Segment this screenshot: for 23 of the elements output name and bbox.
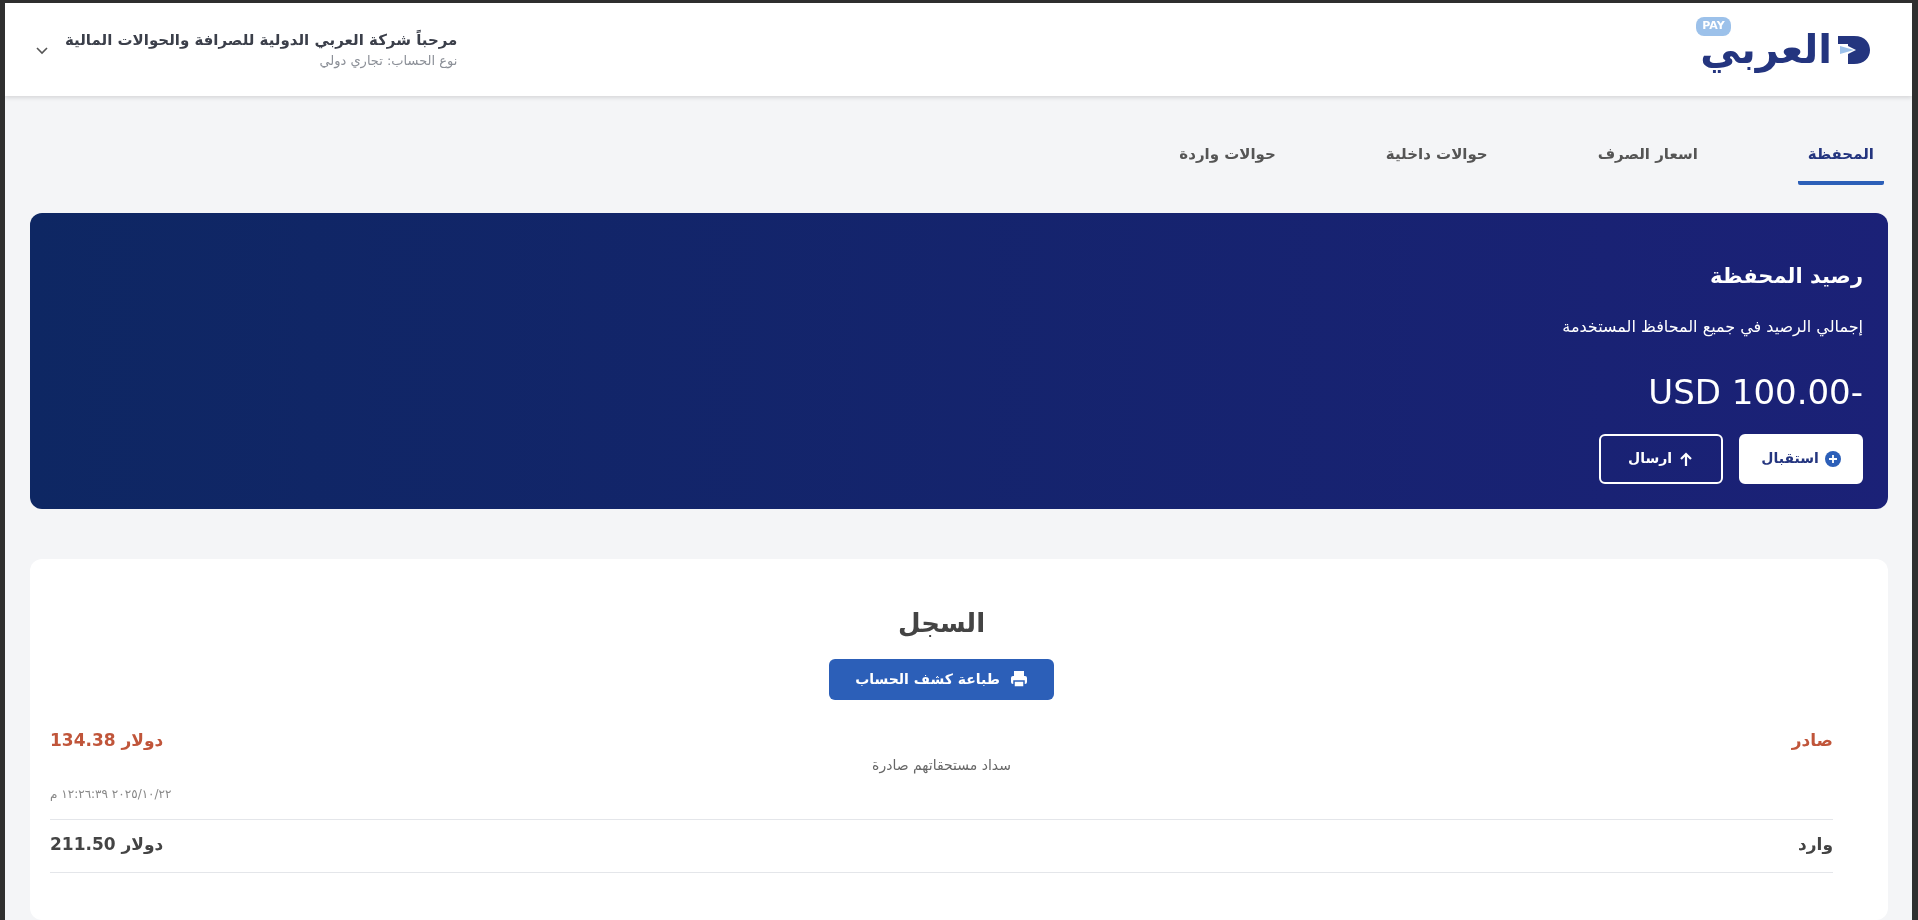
tab[interactable]: حوالات واردة	[1169, 121, 1286, 186]
log-title: السجل	[897, 607, 986, 640]
print-statement-button[interactable]: طباعة كشف الحساب	[829, 659, 1054, 700]
transaction-description: سداد مستحقاتهم صادرة	[872, 757, 1011, 774]
account-type: نوع الحساب: تجاري دولي	[318, 52, 458, 71]
wallet-subtitle: إجمالي الرصيد في جميع المحافظ المستخدمة	[1562, 316, 1863, 339]
transaction-date: ٢٠٢٥/١٠/٢٢ ١٢:٢٦:٣٩ م	[50, 787, 172, 802]
welcome-text: مرحباً شركة العربي الدولية للصرافة والحوالات المالية	[65, 28, 458, 51]
transaction-amount: 211.50 دولار	[50, 833, 164, 857]
tab[interactable]: المحفظة	[1797, 121, 1884, 186]
receive-button[interactable]: استقبال	[1739, 434, 1863, 484]
transaction-type: صادر	[1791, 729, 1833, 752]
balance-amount: USD 100.00-	[1648, 371, 1863, 414]
transaction-type: وارد	[1798, 833, 1833, 857]
chevron-down-icon[interactable]	[35, 44, 49, 55]
tab[interactable]: حوالات داخلية	[1375, 121, 1498, 186]
transaction-amount: 134.38 دولار	[50, 729, 164, 752]
wallet-title: رصيد المحفظة	[1710, 263, 1863, 291]
plus-icon	[1824, 451, 1841, 467]
printer-icon	[1009, 670, 1028, 689]
send-button[interactable]: ارسال	[1599, 434, 1723, 484]
tab[interactable]: اسعار الصرف	[1587, 121, 1708, 186]
arrow-up-icon	[1678, 451, 1694, 467]
